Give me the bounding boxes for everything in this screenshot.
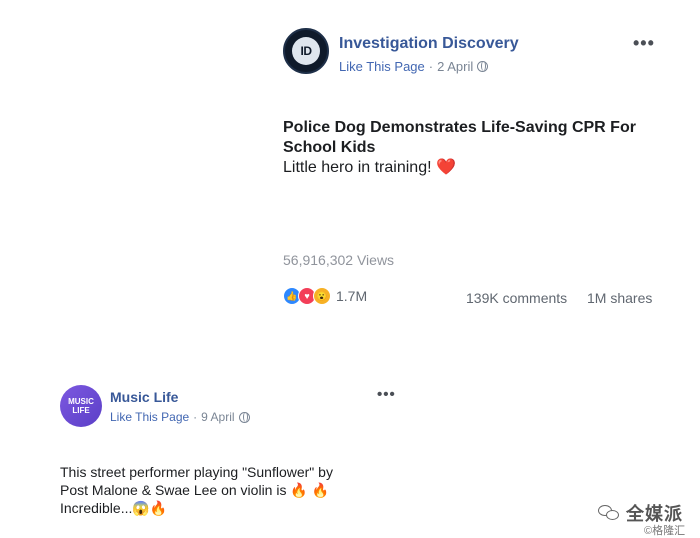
post-body-line: Incredible...😱🔥 <box>60 500 168 516</box>
post-body: Little hero in training! ❤️ <box>283 159 456 176</box>
reaction-count: 1.7M <box>336 288 368 304</box>
more-options-button[interactable]: ••• <box>633 33 655 54</box>
wow-reaction-icon: 😮 <box>313 287 331 305</box>
watermark-credit: ©格隆汇 <box>644 525 686 537</box>
page-avatar[interactable]: ID <box>283 28 329 74</box>
globe-icon <box>477 61 489 72</box>
shares-count-link[interactable]: 1M shares <box>587 290 652 306</box>
more-options-button[interactable]: ••• <box>377 386 396 403</box>
comments-count-link[interactable]: 139K comments <box>466 290 567 306</box>
page-avatar-music-life[interactable]: MUSIC LIFE <box>60 385 102 427</box>
meta-separator: · <box>428 59 434 74</box>
globe-icon <box>238 411 250 423</box>
page-name-link[interactable]: Music Life <box>110 389 178 405</box>
post-body-line: This street performer playing "Sunflower… <box>60 464 333 480</box>
post-date[interactable]: 2 April <box>437 59 473 74</box>
post-meta: Like This Page · 2 April <box>339 59 489 74</box>
reactions-summary[interactable]: 👍 ♥ 😮 1.7M <box>283 287 367 305</box>
page-name-link[interactable]: Investigation Discovery <box>339 35 519 53</box>
view-count: 56,916,302 Views <box>283 252 395 268</box>
post-meta: Like This Page · 9 April <box>110 410 250 424</box>
id-logo: ID <box>292 37 320 65</box>
avatar-text-line1: MUSIC <box>68 397 94 406</box>
post-date[interactable]: 9 April <box>201 410 234 424</box>
like-page-link[interactable]: Like This Page <box>339 59 425 74</box>
post-body-line: Post Malone & Swae Lee on violin is 🔥 🔥 <box>60 482 330 498</box>
wechat-icon <box>598 505 620 521</box>
post-body: This street performer playing "Sunflower… <box>60 463 390 517</box>
like-page-link[interactable]: Like This Page <box>110 410 189 424</box>
meta-separator: · <box>193 410 198 424</box>
avatar-text-line2: LIFE <box>72 406 90 415</box>
post-headline[interactable]: Police Dog Demonstrates Life-Saving CPR … <box>283 118 663 158</box>
